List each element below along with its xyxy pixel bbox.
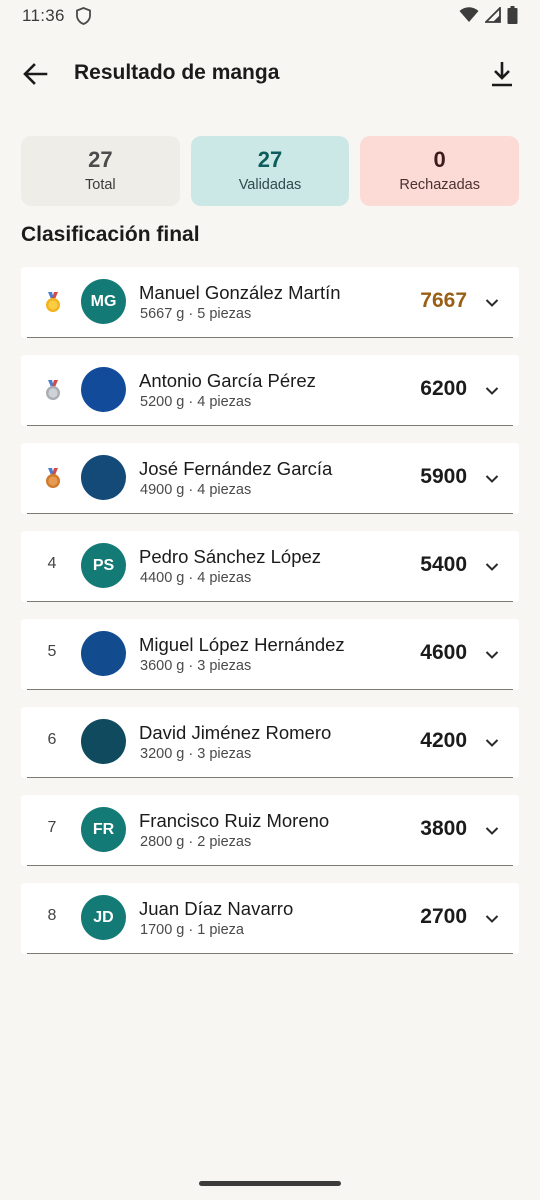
participant-detail: 4900 g · 4 piezas <box>140 482 252 498</box>
gold-medal-icon <box>44 292 62 314</box>
participant-score: 2700 <box>420 905 467 928</box>
participant-score: 5400 <box>420 553 467 576</box>
standing-row[interactable]: José Fernández García 4900 g · 4 piezas … <box>21 443 519 514</box>
stat-rejected-value: 0 <box>433 147 446 172</box>
stat-total-card: 27 Total <box>21 136 180 206</box>
standing-row[interactable]: 4 PS Pedro Sánchez López 4400 g · 4 piez… <box>21 531 519 602</box>
chevron-down-icon[interactable] <box>485 383 499 395</box>
participant-detail: 2800 g · 2 piezas <box>140 834 252 850</box>
chevron-down-icon[interactable] <box>485 559 499 571</box>
chevron-down-icon[interactable] <box>485 735 499 747</box>
avatar <box>81 719 126 764</box>
status-bar: 11:36 <box>0 0 540 32</box>
avatar <box>81 455 126 500</box>
stat-rejected-label: Rechazadas <box>399 177 480 193</box>
participant-score: 4200 <box>420 729 467 752</box>
chevron-down-icon[interactable] <box>485 911 499 923</box>
participant-score: 5900 <box>420 465 467 488</box>
standing-row[interactable]: 8 JD Juan Díaz Navarro 1700 g · 1 pieza … <box>21 883 519 954</box>
standing-row[interactable]: 7 FR Francisco Ruiz Moreno 2800 g · 2 pi… <box>21 795 519 866</box>
rank-number: 5 <box>47 643 57 660</box>
standing-row[interactable]: MG Manuel González Martín 5667 g · 5 pie… <box>21 267 519 338</box>
participant-score: 3800 <box>420 817 467 840</box>
chevron-down-icon[interactable] <box>485 647 499 659</box>
chevron-down-icon[interactable] <box>485 823 499 835</box>
wifi-icon <box>459 7 479 28</box>
avatar: MG <box>81 279 126 324</box>
avatar: JD <box>81 895 126 940</box>
standing-row[interactable]: 5 Miguel López Hernández 3600 g · 3 piez… <box>21 619 519 690</box>
participant-name: Francisco Ruiz Moreno <box>139 810 330 831</box>
stat-total-label: Total <box>85 177 116 193</box>
bronze-medal-icon <box>44 468 62 490</box>
app-bar: Resultado de manga <box>0 50 540 98</box>
signal-icon <box>483 5 501 28</box>
avatar <box>81 631 126 676</box>
silver-medal-icon <box>44 380 62 402</box>
participant-detail: 5667 g · 5 piezas <box>140 306 252 322</box>
rank-number: 4 <box>47 555 57 572</box>
stat-validated-label: Validadas <box>238 177 302 193</box>
standing-row[interactable]: Antonio García Pérez 5200 g · 4 piezas 6… <box>21 355 519 426</box>
participant-name: Pedro Sánchez López <box>139 546 322 567</box>
rank-number: 8 <box>47 907 57 924</box>
stat-validated-card: 27 Validadas <box>190 136 350 206</box>
participant-name: Manuel González Martín <box>139 282 341 303</box>
section-title: Clasificación final <box>21 223 200 246</box>
participant-score: 4600 <box>420 641 467 664</box>
arrow-back-icon[interactable] <box>22 61 52 87</box>
participant-name: Antonio García Pérez <box>139 370 316 391</box>
participant-score: 6200 <box>420 377 467 400</box>
rank-number: 7 <box>47 819 57 836</box>
page-title: Resultado de manga <box>74 61 280 84</box>
participant-detail: 4400 g · 4 piezas <box>140 570 252 586</box>
participant-name: Juan Díaz Navarro <box>139 898 294 919</box>
standings-list: MG Manuel González Martín 5667 g · 5 pie… <box>21 267 519 971</box>
rank-number: 6 <box>47 731 57 748</box>
stat-total-value: 27 <box>88 147 113 172</box>
battery-icon <box>507 6 518 29</box>
avatar: FR <box>81 807 126 852</box>
status-time: 11:36 <box>22 6 65 25</box>
download-icon[interactable] <box>490 60 516 88</box>
chevron-down-icon[interactable] <box>485 471 499 483</box>
chevron-down-icon[interactable] <box>485 295 499 307</box>
avatar: PS <box>81 543 126 588</box>
shield-icon <box>76 7 91 30</box>
participant-name: Miguel López Hernández <box>139 634 345 655</box>
avatar <box>81 367 126 412</box>
participant-detail: 5200 g · 4 piezas <box>140 394 252 410</box>
stat-rejected-card: 0 Rechazadas <box>360 136 520 206</box>
stat-validated-value: 27 <box>257 147 283 172</box>
participant-detail: 3200 g · 3 piezas <box>140 746 252 762</box>
participant-detail: 1700 g · 1 pieza <box>140 922 244 938</box>
participant-detail: 3600 g · 3 piezas <box>140 658 252 674</box>
participant-name: José Fernández García <box>139 458 333 479</box>
participant-name: David Jiménez Romero <box>139 722 332 743</box>
standing-row[interactable]: 6 David Jiménez Romero 3200 g · 3 piezas… <box>21 707 519 778</box>
participant-score: 7667 <box>420 289 467 312</box>
home-indicator[interactable] <box>199 1181 341 1186</box>
stats-row: 27 Total 27 Validadas 0 Rechazadas <box>21 136 520 206</box>
